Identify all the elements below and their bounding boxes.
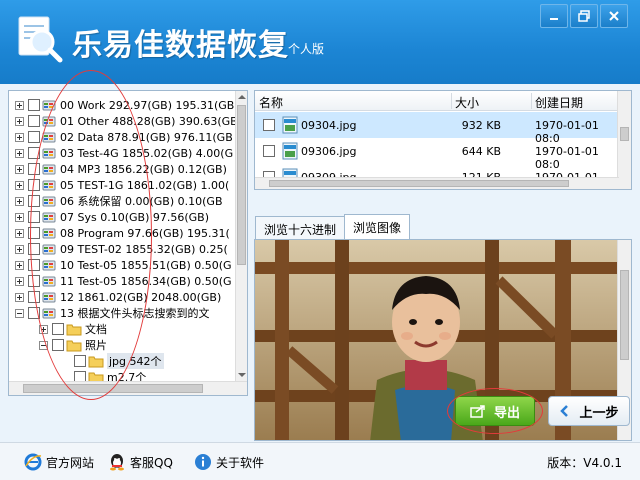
ie-browser-icon — [24, 453, 42, 471]
tree-vertical-scrollbar[interactable] — [235, 91, 247, 381]
tree-expander-icon[interactable] — [15, 292, 24, 302]
tree-expander-icon[interactable] — [15, 260, 24, 270]
column-header-size[interactable]: 大小 — [455, 94, 479, 111]
qq-penguin-icon — [110, 454, 124, 471]
tree-expander-icon[interactable] — [15, 196, 24, 206]
file-name: 09306.jpg — [301, 145, 357, 158]
close-button[interactable] — [600, 4, 628, 28]
tree-expander-icon[interactable] — [15, 180, 24, 190]
minimize-icon — [550, 18, 558, 20]
file-list-row[interactable]: 09306.jpg 644 KB 1970-01-01 08:0 — [255, 138, 619, 171]
file-list-hscroll-thumb[interactable] — [269, 180, 569, 187]
footer: 官方网站 客服QQ 关于软件 版本：V4.0.1 — [0, 442, 640, 480]
file-list-vertical-scrollbar[interactable] — [617, 91, 631, 189]
file-list-scroll-thumb[interactable] — [620, 127, 629, 141]
scroll-down-arrow-icon[interactable] — [238, 373, 246, 377]
file-checkbox[interactable] — [263, 145, 275, 157]
column-separator — [451, 93, 452, 109]
tree-item-checkbox[interactable] — [28, 99, 40, 111]
column-separator — [531, 93, 532, 109]
file-size: 644 KB — [461, 145, 501, 158]
restore-button[interactable] — [570, 4, 598, 28]
file-list-row[interactable]: 09304.jpg 932 KB 1970-01-01 08:0 — [255, 112, 619, 145]
annotation-circle — [30, 70, 152, 400]
version-number: V4.0.1 — [583, 456, 622, 470]
file-list-header: 名称 大小 创建日期 — [255, 91, 619, 111]
file-name: 09304.jpg — [301, 119, 357, 132]
app-title: 乐易佳数据恢复 — [72, 28, 289, 63]
tree-horizontal-scrollbar[interactable] — [9, 381, 247, 395]
info-icon — [195, 454, 211, 470]
tree-expander-icon[interactable] — [15, 308, 24, 318]
close-icon — [609, 11, 619, 21]
version-label: 版本： — [547, 456, 584, 470]
official-website-label: 官方网站 — [46, 455, 95, 470]
about-software-label: 关于软件 — [216, 455, 265, 470]
tree-scroll-thumb[interactable] — [237, 105, 246, 265]
chevron-left-icon — [560, 405, 569, 417]
tree-expander-icon[interactable] — [15, 132, 24, 142]
support-qq-label: 客服QQ — [130, 455, 173, 470]
image-file-icon — [282, 116, 298, 134]
image-file-icon — [282, 142, 298, 160]
previous-step-button[interactable]: 上一步 — [548, 396, 630, 426]
tree-expander-icon[interactable] — [15, 212, 24, 222]
about-software-link[interactable]: 关于软件 — [194, 453, 264, 471]
tree-expander-icon[interactable] — [15, 148, 24, 158]
preview-scroll-thumb[interactable] — [620, 270, 629, 360]
column-header-name[interactable]: 名称 — [259, 94, 283, 111]
file-list[interactable]: 名称 大小 创建日期 09304.jpg 932 KB 1970-01-01 08:… — [254, 90, 632, 190]
tree-expander-icon[interactable] — [15, 276, 24, 286]
magnifier-logo-icon — [18, 16, 63, 63]
official-website-link[interactable]: 官方网站 — [24, 453, 94, 471]
tree-expander-icon[interactable] — [15, 164, 24, 174]
tree-expander-icon[interactable] — [15, 228, 24, 238]
support-qq-link[interactable]: 客服QQ — [108, 453, 173, 471]
tree-item-checkbox[interactable] — [28, 115, 40, 127]
file-list-horizontal-scrollbar[interactable] — [255, 177, 619, 189]
main-panel: 00 Work 292.97(GB) 195.31(GB 01 Other 488… — [0, 70, 640, 442]
column-header-date[interactable]: 创建日期 — [535, 94, 583, 111]
tab-hex-view[interactable]: 浏览十六进制 — [255, 216, 346, 240]
restore-icon — [578, 10, 590, 22]
tree-expander-icon[interactable] — [15, 100, 24, 110]
scroll-up-arrow-icon[interactable] — [238, 95, 246, 99]
tree-item-checkbox[interactable] — [28, 131, 40, 143]
annotation-circle — [447, 388, 543, 434]
tab-image-view[interactable]: 浏览图像 — [344, 214, 411, 240]
version-info: 版本：V4.0.1 — [547, 454, 622, 471]
minimize-button[interactable] — [540, 4, 568, 28]
file-checkbox[interactable] — [263, 119, 275, 131]
previous-step-label: 上一步 — [579, 405, 619, 421]
file-size: 932 KB — [461, 119, 501, 132]
tree-expander-icon[interactable] — [15, 116, 24, 126]
tree-expander-icon[interactable] — [15, 244, 24, 254]
app-edition: 个人版 — [288, 42, 325, 56]
